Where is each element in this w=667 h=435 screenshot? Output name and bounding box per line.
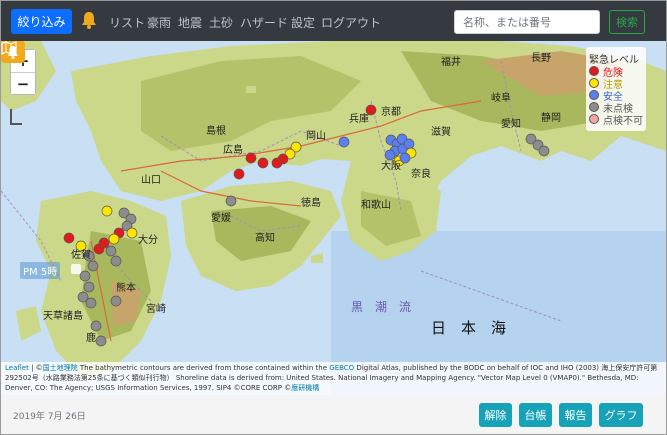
search-button[interactable]: 検索 xyxy=(609,10,645,34)
label-shimane: 島根 xyxy=(206,124,226,137)
legend-dot-safe xyxy=(589,90,599,100)
label-shizuoka: 静岡 xyxy=(541,111,561,124)
map-view[interactable]: 福井 長野 岐阜 愛知 静岡 兵庫 京都 滋賀 奈良 大阪 和歌山 岡山 島根 … xyxy=(1,41,666,395)
nav-link-logout[interactable]: ログアウト xyxy=(321,14,381,31)
label-tokushima: 徳島 xyxy=(301,196,321,209)
zoom-out-button[interactable]: − xyxy=(11,72,35,94)
map-layer-icon[interactable] xyxy=(1,41,17,55)
nav-link-landslide[interactable]: 土砂 xyxy=(209,14,233,31)
graph-button[interactable]: グラフ xyxy=(599,403,643,427)
bell-icon[interactable] xyxy=(79,10,99,30)
map-attribution: Leaflet | ©国土地理院 The bathymetric contour… xyxy=(1,362,666,395)
company-link[interactable]: 應研機構 xyxy=(291,384,319,392)
label-ehime: 愛媛 xyxy=(211,211,231,224)
ledger-button[interactable]: 台帳 xyxy=(519,403,552,427)
gebco-link[interactable]: GEBCO xyxy=(329,364,354,372)
label-kochi: 高知 xyxy=(255,231,275,244)
label-kyoto: 京都 xyxy=(381,105,401,118)
legend-dot-uncheckable xyxy=(589,114,599,124)
label-saga: 佐賀 xyxy=(71,249,91,261)
nav-link-list[interactable]: リスト xyxy=(109,14,145,31)
legend-label: 点検不可 xyxy=(603,116,643,127)
label-shiga: 滋賀 xyxy=(431,125,451,138)
date-label: 2019年 7月 26日 xyxy=(13,412,86,422)
label-hyogo: 兵庫 xyxy=(349,112,369,125)
label-aichi: 愛知 xyxy=(501,117,521,130)
leaflet-link[interactable]: Leaflet xyxy=(5,364,29,372)
current-label: 黒 潮 流 xyxy=(351,299,411,314)
label-kumamoto: 熊本 xyxy=(116,281,136,294)
label-amakusa: 天草諸島 xyxy=(43,309,83,322)
label-gifu: 岐阜 xyxy=(491,91,511,104)
gsi-link[interactable]: 国土地理院 xyxy=(43,364,78,372)
top-navbar: 絞り込み リスト 豪雨 地震 土砂 ハザード 設定 ログアウト 検索 xyxy=(1,1,666,41)
nav-link-hazard[interactable]: ハザード xyxy=(240,14,288,31)
nav-link-heavy-rain[interactable]: 豪雨 xyxy=(147,14,171,31)
label-hiroshima: 広島 xyxy=(223,143,243,156)
urgency-legend: 緊急レベル 危険 注意 安全 未点検 点検不可 xyxy=(586,47,646,131)
legend-dot-caution xyxy=(589,78,599,88)
filter-button[interactable]: 絞り込み xyxy=(11,9,72,34)
app-window: 絞り込み リスト 豪雨 地震 土砂 ハザード 設定 ログアウト 検索 xyxy=(0,0,667,435)
nav-link-settings[interactable]: 設定 xyxy=(291,14,315,31)
sea-label: 日 本 海 xyxy=(431,319,506,337)
nav-link-earthquake[interactable]: 地震 xyxy=(178,14,202,31)
label-miyazaki: 宮崎 xyxy=(146,302,166,315)
search-input[interactable] xyxy=(454,10,600,34)
time-label[interactable]: PM 5時 xyxy=(20,262,61,279)
footer-bar: 2019年 7月 26日 解除 台帳 報告 グラフ xyxy=(1,395,666,434)
label-kagoshima: 鹿 xyxy=(86,331,96,344)
label-oita: 大分 xyxy=(138,233,158,246)
label-nagano: 長野 xyxy=(531,52,551,64)
report-button[interactable]: 報告 xyxy=(559,403,592,427)
label-nara: 奈良 xyxy=(411,167,431,180)
label-yamaguchi: 山口 xyxy=(141,174,161,186)
label-osaka: 大阪 xyxy=(381,159,401,172)
attribution-text-1: The bathymetric contours are derived fro… xyxy=(77,364,330,372)
label-fukui: 福井 xyxy=(441,55,461,68)
scale-indicator xyxy=(10,109,22,125)
label-wakayama: 和歌山 xyxy=(361,198,391,211)
legend-dot-danger xyxy=(589,66,599,76)
legend-dot-unchecked xyxy=(589,102,599,112)
map-canvas[interactable]: 福井 長野 岐阜 愛知 静岡 兵庫 京都 滋賀 奈良 大阪 和歌山 岡山 島根 … xyxy=(1,41,666,395)
release-button[interactable]: 解除 xyxy=(479,403,512,427)
label-okayama: 岡山 xyxy=(306,130,326,142)
time-toggle[interactable] xyxy=(71,264,81,274)
